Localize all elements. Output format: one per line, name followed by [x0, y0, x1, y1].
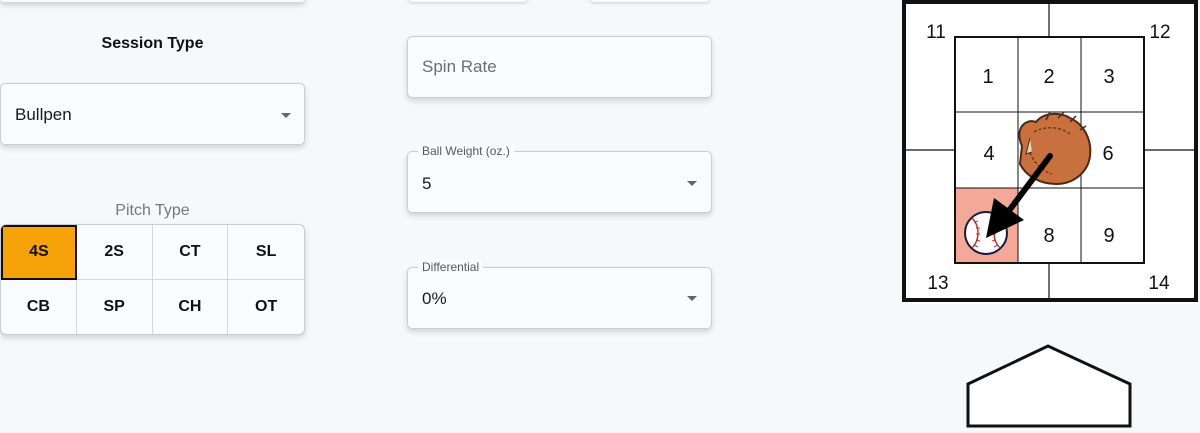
session-type-value: Bullpen: [15, 105, 72, 124]
pitch-type-sp-button[interactable]: SP: [77, 279, 153, 334]
strike-zone[interactable]: 11 12 13 14 1 2 3 4 6 8 9: [902, 0, 1198, 304]
top-card-middle-b: [590, 0, 710, 2]
differential-select[interactable]: Differential 0%: [407, 260, 712, 329]
pitch-type-cb-button[interactable]: CB: [1, 279, 77, 334]
zone-14-label[interactable]: 14: [1148, 273, 1170, 294]
differential-value: 0%: [422, 289, 447, 308]
session-type-select[interactable]: Bullpen: [0, 83, 305, 145]
top-card-left: [0, 0, 305, 2]
zone-4-label[interactable]: 4: [983, 143, 994, 165]
chevron-down-icon: [687, 181, 697, 186]
zone-1-label[interactable]: 1: [982, 66, 993, 88]
pitch-type-title: Pitch Type: [115, 202, 190, 219]
session-type-heading: Session Type: [101, 35, 204, 52]
zone-11-label[interactable]: 11: [926, 22, 946, 43]
chevron-down-icon: [281, 113, 291, 118]
pitch-type-group: 4S 2S CT SL CB SP CH OT: [0, 224, 305, 335]
ball-weight-label: Ball Weight (oz.): [418, 144, 514, 158]
zone-6-label[interactable]: 6: [1102, 143, 1113, 165]
pitch-type-sl-button[interactable]: SL: [228, 225, 304, 280]
differential-label: Differential: [418, 260, 484, 274]
zone-2-label[interactable]: 2: [1043, 66, 1054, 88]
home-plate-icon: [966, 344, 1134, 433]
zone-13-label[interactable]: 13: [927, 273, 948, 294]
chevron-down-icon: [687, 296, 697, 301]
top-card-middle-a: [408, 0, 528, 2]
pitch-type-ct-button[interactable]: CT: [152, 225, 229, 280]
pitch-type-ch-button[interactable]: CH: [153, 279, 229, 334]
zone-9-label[interactable]: 9: [1103, 225, 1114, 247]
ball-weight-select[interactable]: Ball Weight (oz.) 5: [407, 144, 712, 213]
zone-12-label[interactable]: 12: [1149, 22, 1170, 43]
spin-rate-field[interactable]: Spin Rate: [407, 36, 712, 98]
zone-8-label[interactable]: 8: [1043, 225, 1054, 247]
spin-rate-placeholder: Spin Rate: [422, 57, 497, 76]
pitch-type-4s-button[interactable]: 4S: [1, 225, 77, 280]
pitch-type-ot-button[interactable]: OT: [228, 280, 304, 335]
ball-weight-value: 5: [422, 174, 432, 193]
pitch-type-2s-button[interactable]: 2S: [76, 225, 153, 280]
zone-3-label[interactable]: 3: [1103, 66, 1114, 88]
